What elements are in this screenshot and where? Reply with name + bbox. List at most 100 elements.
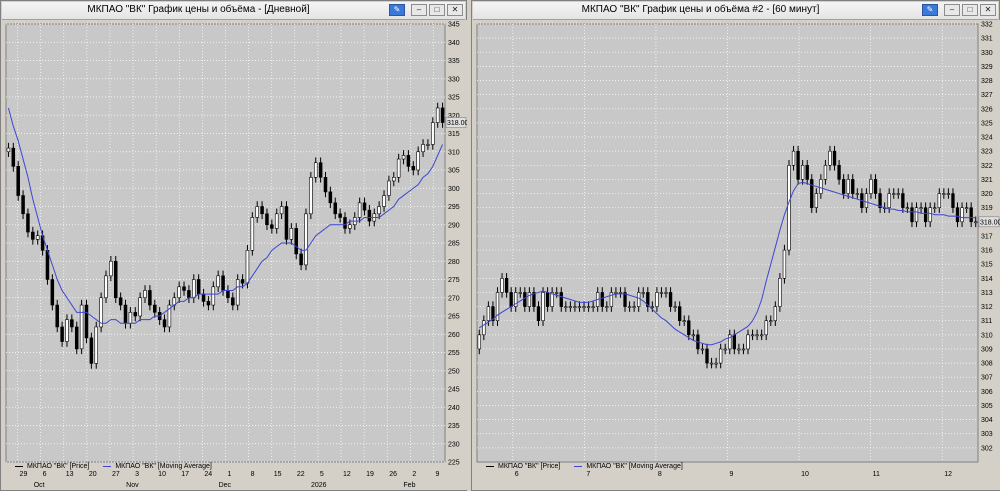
candle-body	[123, 304, 128, 324]
y-tick-label: 295	[448, 204, 460, 211]
candle-body	[782, 249, 787, 279]
candle-body	[382, 195, 386, 207]
candle-body	[778, 278, 782, 307]
y-tick-label: 325	[981, 120, 993, 127]
x-tick-label: 22	[297, 471, 305, 478]
candle-body	[974, 221, 978, 224]
y-tick-label: 265	[448, 314, 460, 321]
x-tick-label: 26	[389, 471, 397, 478]
candle-body	[338, 213, 342, 218]
candle-body	[396, 158, 401, 178]
candle-body	[192, 279, 196, 299]
candle-body	[265, 213, 269, 226]
candle-body	[832, 150, 837, 166]
candle-body	[577, 306, 582, 308]
candle-body	[632, 306, 636, 308]
hourly-candlestick-chart[interactable]: 302 303 304 305 306 307 308 309 310 311 312 313 314 3…	[473, 20, 1000, 490]
y-tick-label: 302	[981, 445, 993, 452]
candle-body	[591, 306, 595, 308]
x-month-label: 2026	[311, 482, 327, 489]
candle-body	[719, 348, 723, 364]
legend-moving-average: МКПАО "ВК" [Moving Average]	[103, 463, 212, 470]
candle-body	[750, 334, 755, 337]
y-tick-label: 310	[981, 332, 993, 339]
candle-body	[600, 292, 604, 307]
candle-body	[787, 164, 791, 251]
candle-body	[284, 206, 289, 240]
candle-body	[348, 224, 352, 229]
candle-body	[153, 304, 157, 313]
x-tick-label: 6	[43, 471, 47, 478]
candle-body	[26, 213, 30, 233]
maximize-button[interactable]: □	[962, 4, 978, 16]
candle-body	[828, 150, 832, 166]
title-bar[interactable]: МКПАО "ВК" График цены и объёма #2 - [60…	[473, 2, 998, 20]
pin-button[interactable]: ✎	[922, 4, 938, 16]
candle-body	[846, 179, 850, 194]
candle-body	[960, 207, 964, 223]
candle-body	[11, 147, 16, 167]
y-tick-label: 311	[981, 318, 992, 325]
candle-body	[343, 217, 347, 229]
candle-body	[536, 306, 541, 322]
candle-body	[482, 320, 486, 336]
close-button[interactable]: ✕	[447, 4, 463, 16]
x-tick-label: 6	[515, 471, 519, 478]
x-tick-label: 20	[89, 471, 97, 478]
y-tick-label: 250	[448, 368, 460, 375]
candle-body	[641, 292, 645, 294]
candle-body	[362, 202, 367, 211]
hourly-chart-window[interactable]: МКПАО "ВК" График цены и объёма #2 - [60…	[471, 0, 1000, 491]
y-tick-label: 315	[981, 262, 993, 269]
candle-body	[678, 306, 682, 322]
candle-body	[559, 292, 563, 307]
candle-body	[910, 207, 914, 223]
candle-body	[791, 150, 796, 166]
candle-body	[313, 162, 318, 178]
y-tick-label: 320	[981, 191, 993, 198]
close-button[interactable]: ✕	[980, 4, 996, 16]
x-tick-label: 9	[730, 471, 734, 478]
candle-body	[796, 150, 800, 180]
y-tick-label: 310	[448, 149, 460, 156]
y-tick-label: 275	[448, 277, 460, 284]
candle-body	[231, 297, 235, 306]
candle-body	[309, 177, 313, 215]
y-tick-label: 270	[448, 295, 460, 302]
candle-body	[582, 306, 586, 308]
candle-body	[614, 292, 618, 294]
y-tick-label: 313	[981, 290, 993, 297]
candle-body	[855, 193, 859, 195]
candle-body	[187, 290, 191, 299]
daily-chart-window[interactable]: МКПАО "ВК" График цены и объёма - [Дневн…	[0, 0, 467, 491]
candle-body	[901, 193, 905, 208]
candle-body	[65, 319, 69, 342]
candle-body	[541, 292, 545, 322]
x-tick-label: 5	[320, 471, 324, 478]
y-tick-label: 321	[981, 177, 993, 184]
candle-body	[655, 292, 659, 307]
candle-body	[70, 319, 74, 328]
candle-body	[245, 250, 250, 284]
candle-body	[477, 334, 481, 350]
candle-body	[555, 292, 559, 294]
maximize-button[interactable]: □	[429, 4, 445, 16]
candle-body	[162, 319, 167, 328]
pin-button[interactable]: ✎	[389, 4, 405, 16]
candle-body	[401, 155, 406, 160]
x-month-label: Feb	[403, 482, 415, 489]
minimize-button[interactable]: –	[411, 4, 427, 16]
candle-body	[823, 164, 828, 180]
minimize-button[interactable]: –	[944, 4, 960, 16]
candle-body	[618, 292, 623, 294]
chart-legend: МКПАО "ВК" [Price] МКПАО "ВК" [Moving Av…	[15, 463, 212, 470]
y-tick-label: 305	[981, 403, 993, 410]
legend-price: МКПАО "ВК" [Price]	[15, 463, 89, 470]
daily-candlestick-chart[interactable]: 2252302352402452502552602652702752802852…	[2, 20, 467, 490]
title-bar[interactable]: МКПАО "ВК" График цены и объёма - [Дневн…	[2, 2, 465, 20]
x-tick-label: 10	[801, 471, 809, 478]
y-tick-label: 330	[448, 76, 460, 83]
candle-body	[564, 306, 568, 308]
candle-body	[851, 179, 855, 194]
candle-body	[235, 279, 240, 306]
